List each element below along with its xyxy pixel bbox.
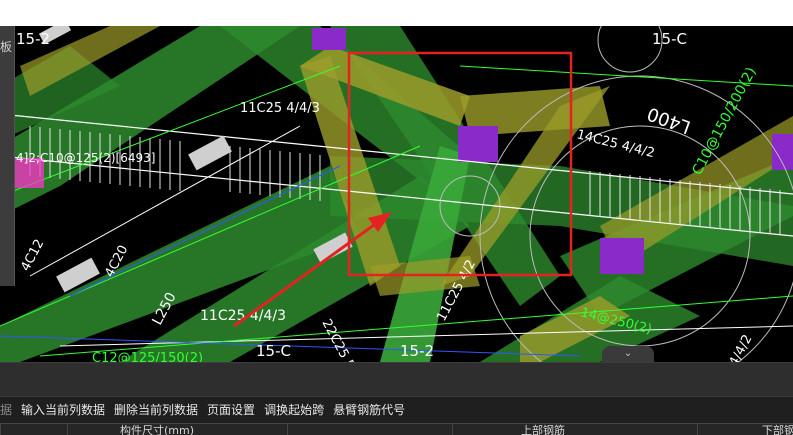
header-cell-blank	[0, 424, 68, 435]
table-header: 构件尺寸(mm) 上部钢筋 下部钢	[0, 423, 793, 435]
left-panel-label: 板	[0, 40, 13, 54]
left-side-panel[interactable]: 板	[0, 26, 15, 286]
table-toolbar: 据 输入当前列数据 删除当前列数据 页面设置 调换起始跨 悬臂钢筋代号	[0, 396, 793, 424]
header-cell-bottom-rebar: 下部钢	[697, 424, 793, 435]
dim-label: 4/4/2	[727, 332, 756, 362]
column-purple	[600, 238, 644, 274]
axis-label: 15-2	[16, 30, 50, 48]
header-cell-size: 构件尺寸(mm)	[67, 424, 288, 435]
beam-label: 11C25 4/4/3	[240, 101, 320, 116]
swap-start-span-button[interactable]: 调换起始跨	[259, 397, 328, 424]
beam-label: L400	[645, 103, 694, 138]
axis-label: 15-2	[400, 342, 434, 360]
column-purple	[312, 28, 346, 50]
axis-label: 15-C	[256, 342, 291, 360]
column-purple	[458, 126, 498, 162]
beam-label: 11C25 4/4/3	[200, 308, 286, 324]
delete-current-column-button[interactable]: 删除当前列数据	[109, 397, 202, 424]
panel-splitter	[0, 362, 793, 397]
rebar-label: C12@125/150(2)	[92, 351, 203, 362]
top-bar	[0, 0, 793, 26]
cad-drawing: 15-2 15-C 15-C 15-2 11C25 4/4/3 11C25 4/…	[0, 26, 793, 362]
axis-label: 15-C	[652, 30, 687, 48]
toolbar-truncated-item[interactable]: 据	[0, 397, 16, 424]
header-cell-spacer	[287, 424, 453, 435]
input-current-column-button[interactable]: 输入当前列数据	[16, 397, 109, 424]
chevron-down-icon: ⌄	[623, 348, 633, 359]
rebar-label: 4]2;C10@125(2)[6493]	[16, 151, 155, 165]
beam-label: 14C25 4/4/2	[575, 127, 656, 161]
tag-marker	[188, 135, 232, 171]
cad-viewport[interactable]: 15-2 15-C 15-C 15-2 11C25 4/4/3 11C25 4/…	[0, 26, 793, 362]
dim-label: 22C25 5/5	[318, 317, 363, 362]
cantilever-rebar-code-button[interactable]: 悬臂钢筋代号	[328, 397, 409, 424]
column-purple	[772, 134, 793, 170]
panel-collapse-button[interactable]: ⌄	[602, 346, 654, 362]
page-setup-button[interactable]: 页面设置	[202, 397, 259, 424]
